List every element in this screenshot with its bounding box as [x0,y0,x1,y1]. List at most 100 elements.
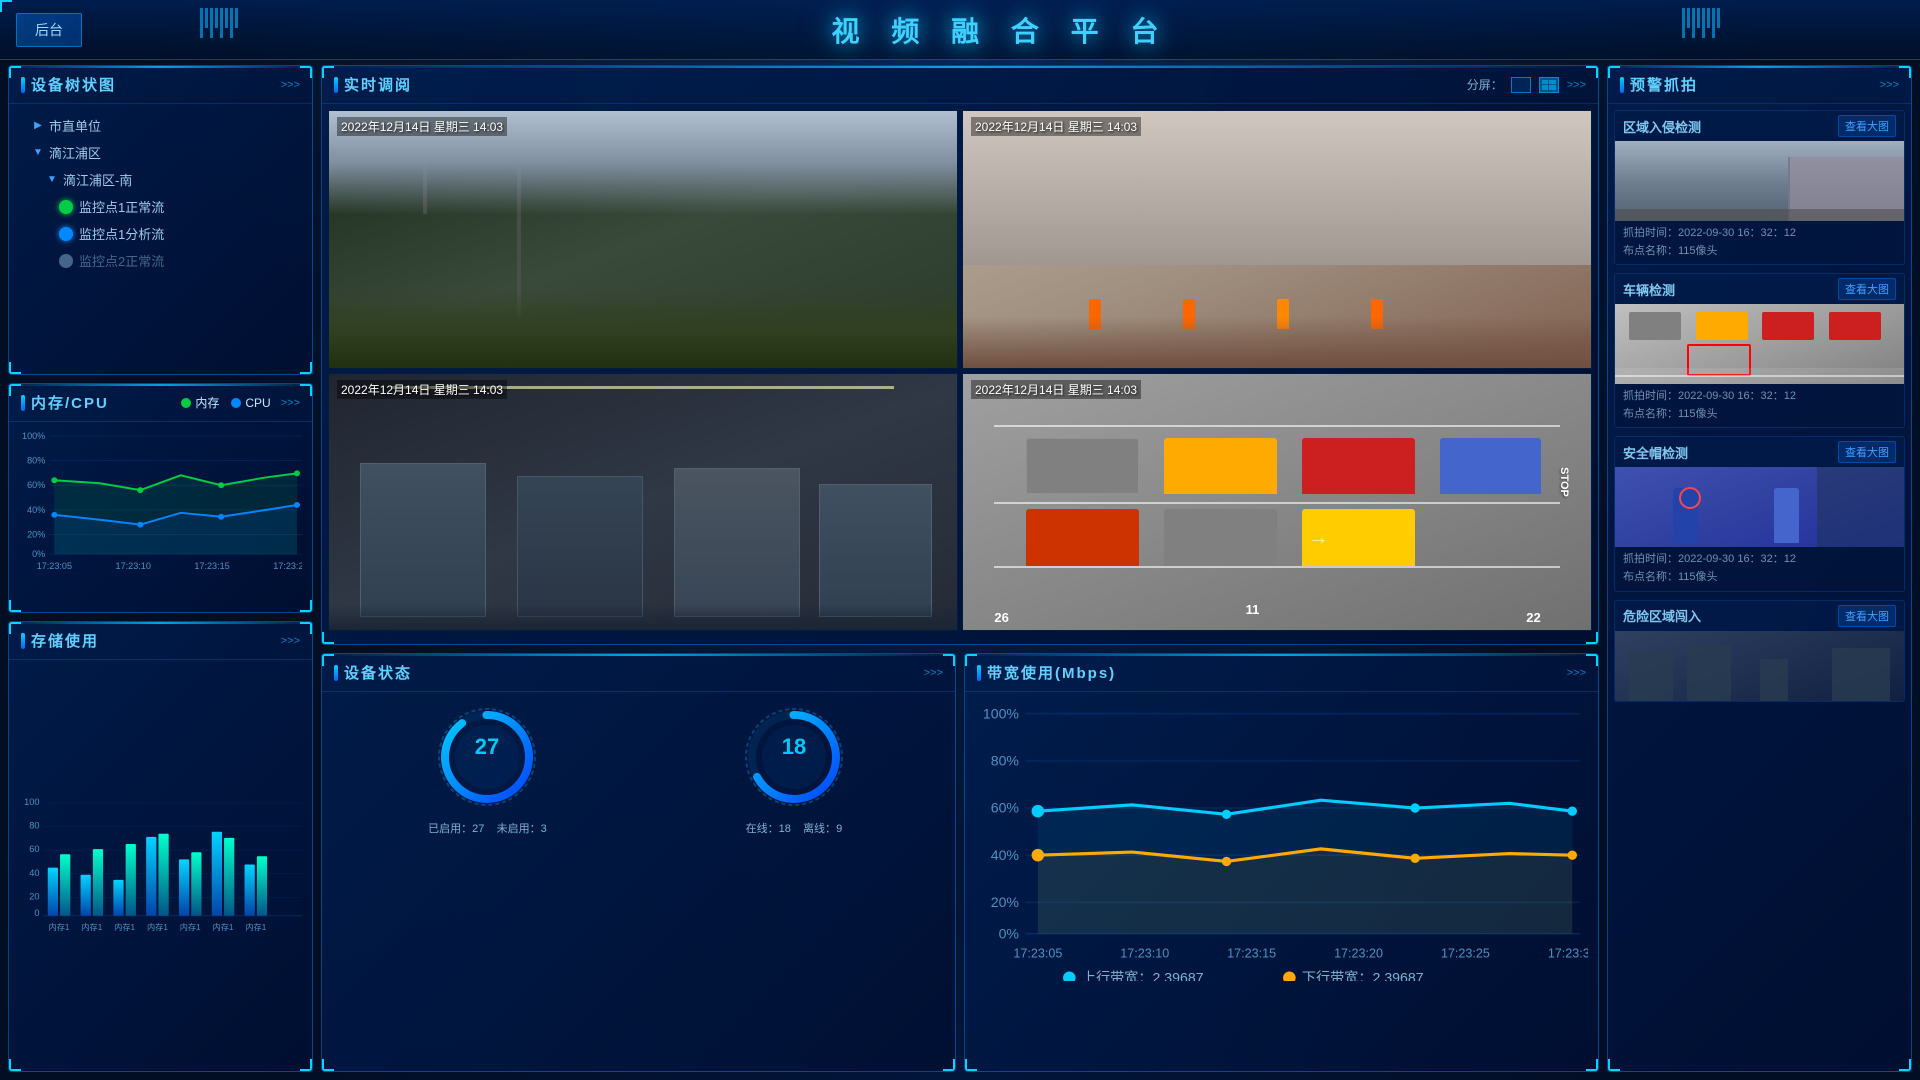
tree-label-5: 监控点1分析流 [79,224,164,243]
left-column: 设备树状图 >>> ▶ 市直单位 ▼ 滴江浦区 ▼ 滴江浦区-南 [8,65,313,1072]
alert-view-btn-1[interactable]: 查看大图 [1838,115,1896,137]
cpu-dot [231,398,241,408]
tree-item-5[interactable]: 监控点1分析流 [15,220,306,247]
alert-item-2: 车辆检测 查看大图 [1614,273,1905,428]
svg-text:上行带宽：2.39687: 上行带宽：2.39687 [1082,969,1204,980]
video-timestamp-3: 2022年12月14日 星期三 14:03 [337,380,507,399]
video-cell-2[interactable]: 2022年12月14日 星期三 14:03 [962,110,1592,369]
video-cell-3[interactable]: 2022年12月14日 星期三 14:03 [328,373,958,632]
middle-column: 实时调阅 分屏： >>> 2022年12月14日 星期三 14:03 [321,65,1599,1072]
svg-text:17:23:10: 17:23:10 [1120,946,1169,960]
svg-text:60: 60 [29,844,39,854]
cpu-label: CPU [245,396,270,410]
gauge-active-svg: 27 [432,702,542,812]
tree-icon-4 [59,200,73,214]
svg-text:内存1: 内存1 [114,922,135,932]
alert-panel: 预警抓拍 >>> 区域入侵检测 查看大图 [1607,65,1912,1072]
svg-text:17:23:30: 17:23:30 [1548,946,1588,960]
page-title: 视 频 融 合 平 台 [82,10,1920,50]
mem-cpu-header: 内存/CPU 内存 CPU >>> [9,384,312,422]
mem-cpu-more[interactable]: >>> [281,397,300,409]
alert-view-btn-3[interactable]: 查看大图 [1838,441,1896,463]
alert-meta-2: 抓拍时间：2022-09-30 16：32：12 布点名称：115像头 [1615,384,1904,427]
svg-text:40%: 40% [27,505,45,515]
device-status-panel: 设备状态 >>> [321,653,956,1072]
alert-title: 预警抓拍 [1630,74,1698,95]
alert-header: 预警抓拍 >>> [1608,66,1911,104]
tree-label-6: 监控点2正常流 [79,251,164,270]
svg-text:80%: 80% [27,456,45,466]
tree-label-3: 滴江浦区-南 [63,170,132,189]
tree-item-2[interactable]: ▼ 滴江浦区 [15,139,306,166]
svg-text:80%: 80% [991,753,1020,769]
video-grid: 2022年12月14日 星期三 14:03 2022年12月14日 星期三 [322,104,1598,637]
bandwidth-chart: 100% 80% 60% 40% 20% 0% [965,692,1598,992]
svg-text:100%: 100% [22,431,45,441]
alert-meta-1: 抓拍时间：2022-09-30 16：32：12 布点名称：115像头 [1615,221,1904,264]
bandwidth-more[interactable]: >>> [1567,667,1586,679]
layout-label: 分屏： [1467,76,1503,93]
tree-label-1: 市直单位 [49,116,101,135]
svg-text:0%: 0% [32,549,45,559]
alert-image-1 [1615,141,1904,221]
video-timestamp-1: 2022年12月14日 星期三 14:03 [337,117,507,136]
alert-view-btn-2[interactable]: 查看大图 [1838,278,1896,300]
svg-text:内存1: 内存1 [180,922,201,932]
alert-item-header-3: 安全帽检测 查看大图 [1615,437,1904,467]
alert-view-btn-4[interactable]: 查看大图 [1838,605,1896,627]
layout-2x2[interactable] [1539,77,1559,93]
svg-text:内存1: 内存1 [213,922,234,932]
top-deco-left [200,8,238,38]
storage-more[interactable]: >>> [281,635,300,647]
back-button[interactable]: 后台 [16,13,82,47]
alert-camera-3: 布点名称：115像头 [1623,569,1896,587]
svg-text:0%: 0% [999,925,1020,941]
tree-item-4[interactable]: 监控点1正常流 [15,193,306,220]
storage-panel: 存储使用 >>> 100 80 60 40 20 0 [8,621,313,1072]
video-cell-1[interactable]: 2022年12月14日 星期三 14:03 [328,110,958,369]
realtime-panel: 实时调阅 分屏： >>> 2022年12月14日 星期三 14:03 [321,65,1599,645]
mem-cpu-title: 内存/CPU [31,392,109,413]
title-accent-4 [334,77,338,93]
tree-item-3[interactable]: ▼ 滴江浦区-南 [15,166,306,193]
bandwidth-header: 带宽使用(Mbps) >>> [965,654,1598,692]
svg-text:40%: 40% [991,847,1020,863]
title-accent-7 [1620,77,1624,93]
svg-text:80: 80 [29,821,39,831]
tree-icon-6 [59,254,73,268]
svg-text:17:23:20: 17:23:20 [1334,946,1383,960]
svg-text:内存1: 内存1 [245,922,266,932]
layout-1x1[interactable] [1511,77,1531,93]
device-tree-panel: 设备树状图 >>> ▶ 市直单位 ▼ 滴江浦区 ▼ 滴江浦区-南 [8,65,313,375]
gauge-online-label: 在线：18 离线：9 [746,820,843,836]
tree-label-2: 滴江浦区 [49,143,101,162]
device-tree-more[interactable]: >>> [281,79,300,91]
alert-title-3: 安全帽检测 [1623,443,1688,462]
svg-text:100: 100 [24,797,39,807]
svg-text:17:23:05: 17:23:05 [1013,946,1062,960]
alert-more[interactable]: >>> [1880,79,1899,91]
video-cell-4[interactable]: 2022年12月14日 星期三 14:03 [962,373,1592,632]
realtime-header: 实时调阅 分屏： >>> [322,66,1598,104]
svg-text:60%: 60% [27,480,45,490]
title-accent [21,77,25,93]
device-tree-title: 设备树状图 [31,74,116,95]
device-status-more[interactable]: >>> [924,667,943,679]
tree-item-6[interactable]: 监控点2正常流 [15,247,306,274]
svg-text:17:23:10: 17:23:10 [116,561,151,571]
alert-item-header-1: 区域入侵检测 查看大图 [1615,111,1904,141]
svg-text:17:23:05: 17:23:05 [37,561,72,571]
svg-text:60%: 60% [991,800,1020,816]
title-accent-2 [21,395,25,411]
bottom-middle: 设备状态 >>> [321,653,1599,1072]
svg-text:20%: 20% [27,530,45,540]
gauge-row: 27 已启用：27 未启用：3 [322,692,955,846]
title-accent-6 [977,665,981,681]
alert-time-3: 抓拍时间：2022-09-30 16：32：12 [1623,551,1896,569]
tree-item-1[interactable]: ▶ 市直单位 [15,112,306,139]
storage-svg: 100 80 60 40 20 0 [17,666,304,1063]
tree-content: ▶ 市直单位 ▼ 滴江浦区 ▼ 滴江浦区-南 监控点1正常流 监控点1分 [9,104,312,282]
realtime-controls: 分屏： >>> [1467,76,1586,93]
realtime-more[interactable]: >>> [1567,79,1586,91]
gauge-active-label: 已启用：27 未启用：3 [428,820,547,836]
